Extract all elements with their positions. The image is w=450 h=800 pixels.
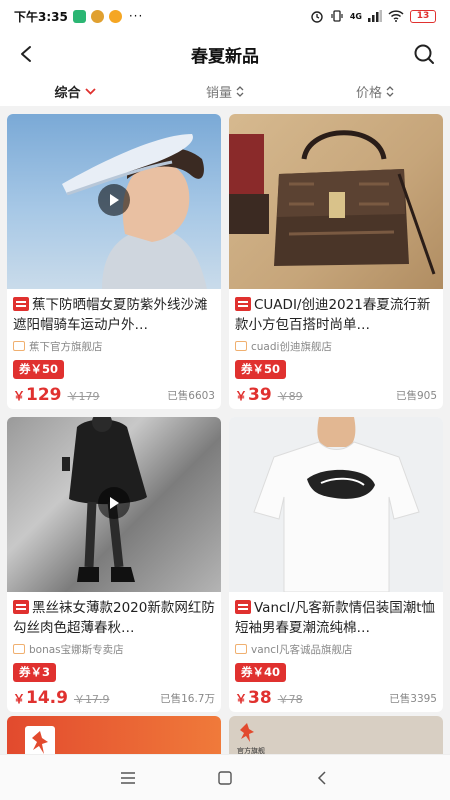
currency-symbol: ￥	[235, 692, 248, 706]
product-title-row[interactable]: 黑丝袜女薄款2020新款网红防勾丝肉色超薄春秋…	[13, 598, 215, 638]
sort-bar: 综合 销量 价格	[0, 76, 450, 106]
status-bar: 下午3:35 ··· 4G 13	[0, 0, 450, 32]
status-time: 下午3:35	[14, 9, 68, 24]
product-image[interactable]	[7, 114, 221, 289]
battery-icon: 13	[410, 9, 436, 23]
play-icon	[110, 497, 119, 509]
product-title-row[interactable]: 蕉下防晒帽女夏防紫外线沙滩遮阳帽骑车运动户外…	[13, 295, 215, 335]
product-title: 黑丝袜女薄款2020新款网红防勾丝肉色超薄春秋…	[13, 600, 215, 636]
product-card[interactable]: CUADI/创迪2021春夏流行新款小方包百搭时尚单… cuadi创迪旗舰店 券…	[229, 114, 443, 409]
product-title: 蕉下防晒帽女夏防紫外线沙滩遮阳帽骑车运动户外…	[13, 297, 208, 333]
home-square-icon	[218, 770, 232, 785]
shop-name: vancl凡客诚品旗舰店	[251, 643, 353, 656]
search-icon	[414, 44, 434, 64]
sort-comprehensive-tab[interactable]: 综合	[0, 82, 150, 101]
weibo-icon	[108, 9, 122, 23]
currency-symbol: ￥	[13, 389, 26, 403]
currency-symbol: ￥	[13, 692, 26, 706]
alarm-icon	[311, 11, 323, 23]
product-card[interactable]: 蕉下防晒帽女夏防紫外线沙滩遮阳帽骑车运动户外… 蕉下官方旗舰店 券￥50 ￥ 1…	[7, 114, 221, 409]
shop-name: cuadi创迪旗舰店	[251, 340, 332, 353]
product-image[interactable]	[229, 417, 443, 592]
shop-icon	[235, 644, 247, 654]
more-notifications-icon: ···	[128, 9, 144, 23]
product-price: 129	[26, 385, 62, 405]
app-notification-icon	[90, 9, 104, 23]
product-title-row[interactable]: Vancl/凡客新款情侣装国潮t恤短袖男春夏潮流纯棉…	[235, 598, 437, 638]
product-image[interactable]	[229, 114, 443, 289]
chevron-down-icon	[84, 87, 96, 95]
product-image[interactable]	[7, 417, 221, 592]
tmall-badge-icon	[13, 600, 29, 614]
original-price: ￥78	[277, 693, 303, 706]
sold-count: 已售16.7万	[160, 693, 215, 705]
play-video-button[interactable]	[98, 487, 130, 519]
tmall-badge-icon	[235, 600, 251, 614]
sold-count: 已售6603	[167, 390, 215, 402]
play-video-button[interactable]	[98, 184, 130, 216]
product-title: CUADI/创迪2021春夏流行新款小方包百搭时尚单…	[235, 297, 431, 333]
tmall-badge-icon	[13, 297, 29, 311]
shop-name: bonas宝娜斯专卖店	[29, 643, 124, 656]
currency-symbol: ￥	[235, 389, 248, 403]
shop-icon	[13, 341, 25, 351]
sort-price-tab[interactable]: 价格	[300, 82, 450, 101]
play-icon	[110, 194, 119, 206]
product-title-row[interactable]: CUADI/创迪2021春夏流行新款小方包百搭时尚单…	[235, 295, 437, 335]
product-card[interactable]: Vancl/凡客新款情侣装国潮t恤短袖男春夏潮流纯棉… vancl凡客诚品旗舰店…	[229, 417, 443, 712]
sort-sales-label: 销量	[205, 85, 232, 101]
original-price: ￥89	[277, 390, 303, 403]
system-navigation-bar	[0, 754, 450, 800]
product-card[interactable]: 黑丝袜女薄款2020新款网红防勾丝肉色超薄春秋… bonas宝娜斯专卖店 券￥3…	[7, 417, 221, 712]
sort-comprehensive-label: 综合	[54, 85, 81, 101]
coupon-badge: 券￥40	[235, 663, 287, 682]
signal-icon	[368, 10, 382, 22]
menu-button[interactable]	[113, 763, 143, 793]
chevron-left-icon	[21, 46, 31, 62]
product-price: 38	[248, 688, 272, 708]
tmall-badge-icon	[235, 297, 251, 311]
app-header: 春夏新品	[0, 32, 450, 76]
wifi-icon	[388, 10, 404, 22]
menu-icon	[121, 771, 136, 784]
home-button[interactable]	[210, 763, 240, 793]
sort-price-label: 价格	[355, 85, 382, 101]
nav-back-button[interactable]	[307, 763, 337, 793]
shop-icon	[13, 644, 25, 654]
search-button[interactable]	[410, 40, 438, 68]
sort-toggle-icon	[386, 85, 394, 97]
sold-count: 已售905	[395, 390, 437, 402]
coupon-badge: 券￥50	[13, 360, 65, 379]
page-title: 春夏新品	[191, 46, 259, 67]
back-triangle-icon	[317, 770, 326, 785]
sort-toggle-icon	[236, 85, 244, 97]
coupon-badge: 券￥3	[13, 663, 57, 682]
network-type: 4G	[349, 11, 362, 21]
jordan-logo-icon	[240, 723, 254, 742]
product-price: 14.9	[26, 688, 68, 708]
coupon-badge: 券￥50	[235, 360, 287, 379]
original-price: ￥17.9	[73, 693, 110, 706]
shop-icon	[235, 341, 247, 351]
vibrate-icon	[331, 10, 343, 22]
product-grid: 蕉下防晒帽女夏防紫外线沙滩遮阳帽骑车运动户外… 蕉下官方旗舰店 券￥50 ￥ 1…	[7, 114, 443, 712]
sort-sales-tab[interactable]: 销量	[150, 82, 300, 101]
product-title: Vancl/凡客新款情侣装国潮t恤短袖男春夏潮流纯棉…	[235, 600, 436, 636]
shop-name: 蕉下官方旗舰店	[29, 340, 103, 353]
original-price: ￥179	[67, 390, 100, 403]
app-notification-icon	[72, 9, 86, 23]
sold-count: 已售3395	[389, 693, 437, 705]
back-button[interactable]	[12, 40, 40, 68]
product-price: 39	[248, 385, 272, 405]
